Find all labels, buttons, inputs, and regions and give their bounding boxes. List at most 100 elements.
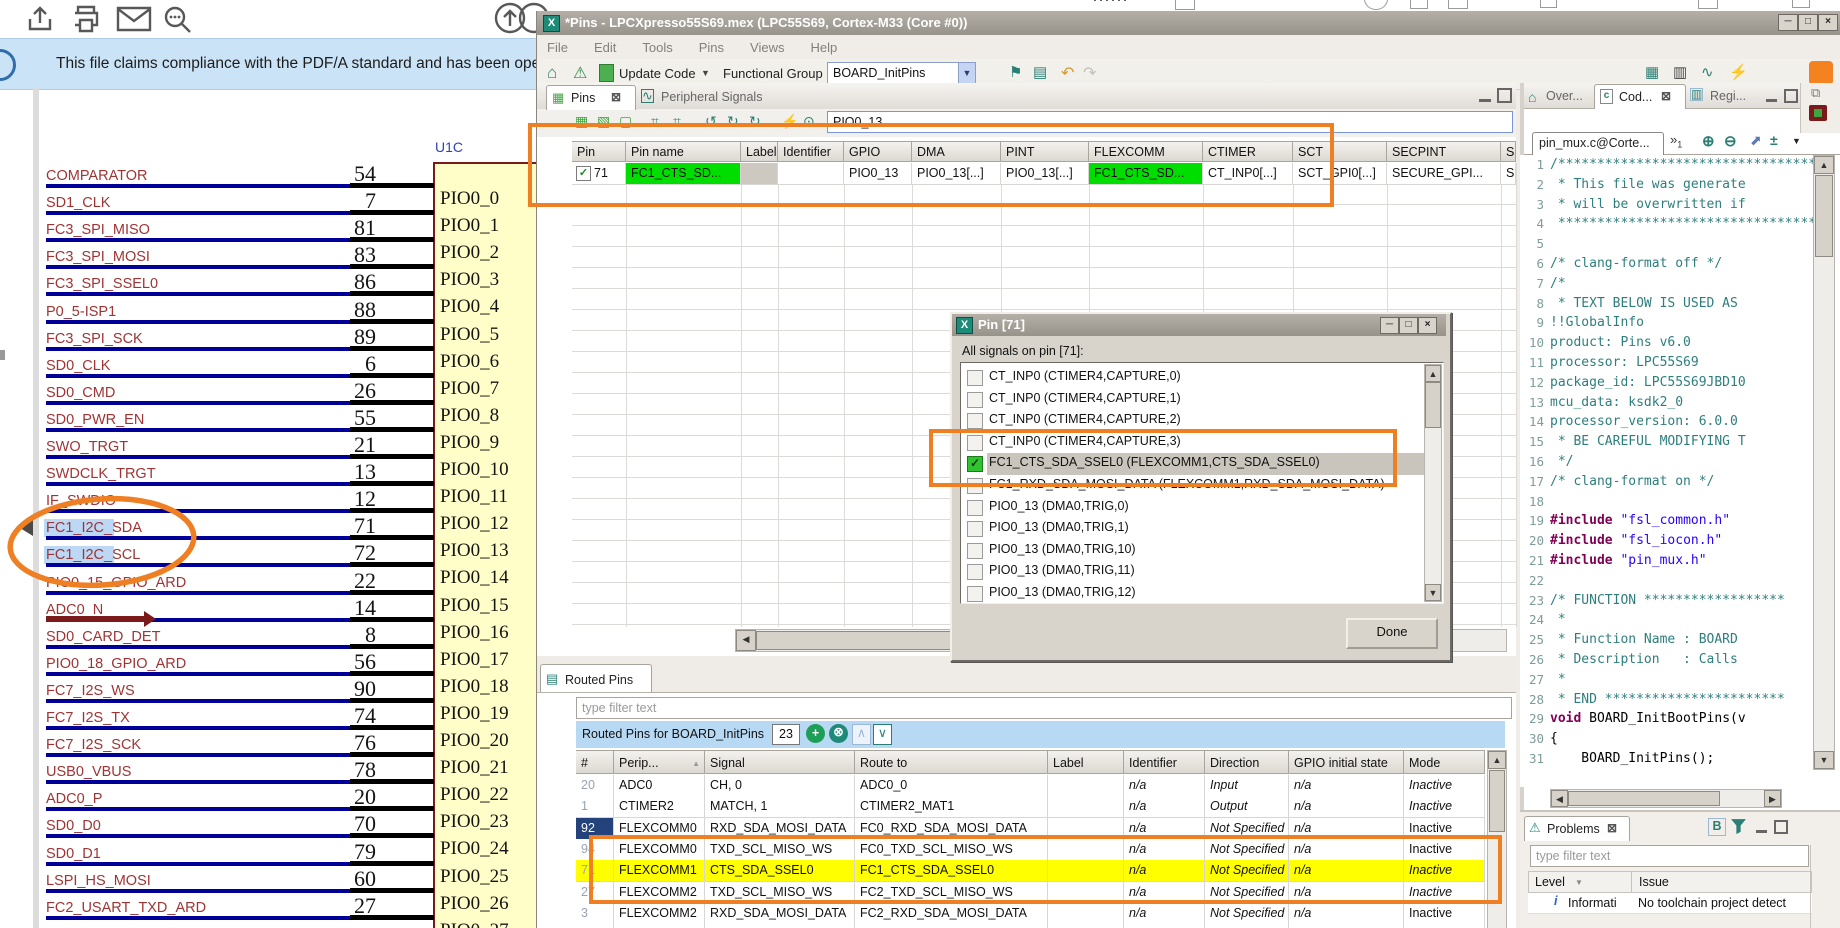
unchecked-checkbox[interactable]	[967, 586, 983, 602]
funnel-filter-icon[interactable]	[1730, 818, 1747, 835]
signal-list-item[interactable]: PIO0_13 (DMA0,TRIG,12)	[961, 583, 1441, 604]
panel-minimize-icon[interactable]	[1756, 822, 1767, 833]
unchecked-checkbox[interactable]	[967, 500, 983, 516]
dialog-vscroll-thumb[interactable]	[1425, 382, 1441, 428]
menu-edit[interactable]: Edit	[594, 40, 616, 55]
problems-row[interactable]: i Informati No toolchain project detect	[1528, 893, 1812, 914]
routed-row[interactable]: 3FLEXCOMM2RXD_SDA_MOSI_DATAFC2_RXD_SDA_M…	[576, 903, 1485, 925]
column-header-level[interactable]: Level	[1535, 875, 1565, 889]
signal-list-item[interactable]: PIO0_13 (DMA0,TRIG,10)	[961, 540, 1441, 561]
routed-filter-input[interactable]: type filter text	[576, 697, 1512, 719]
view-minimize-icon[interactable]	[1479, 89, 1491, 102]
column-header-direction[interactable]: Direction	[1205, 750, 1289, 774]
tab-pins-close-icon[interactable]: ⊠	[611, 90, 621, 104]
close-button[interactable]: ×	[1818, 14, 1838, 31]
add-pin-button[interactable]: +	[806, 724, 825, 743]
package-grid-icon[interactable]: ▦	[1645, 63, 1659, 81]
column-header-s[interactable]: S	[1501, 141, 1516, 162]
combo-dropdown-icon[interactable]: ▼	[958, 63, 975, 83]
menu-help[interactable]: Help	[810, 40, 837, 55]
signal-list-item[interactable]: CT_INP0 (CTIMER4,CAPTURE,0)	[961, 367, 1441, 388]
scroll-down-icon[interactable]: ▼	[1814, 751, 1834, 769]
code-vscrollbar[interactable]: ▲ ▼	[1813, 155, 1835, 770]
editor-menu-dropdown-icon[interactable]: ▼	[1792, 136, 1801, 146]
view-maximize-icon[interactable]	[1497, 88, 1512, 103]
unchecked-checkbox[interactable]	[967, 413, 983, 429]
tab-problems-close-icon[interactable]: ⊠	[1607, 821, 1617, 835]
column-header-secpint[interactable]: SECPINT	[1387, 141, 1501, 162]
form-icon[interactable]: ▤	[1033, 63, 1047, 83]
functional-group-select[interactable]: BOARD_InitPins ▼	[827, 62, 976, 84]
fox-icon[interactable]	[1809, 61, 1833, 85]
tab-code-close-icon[interactable]: ⊠	[1661, 89, 1671, 103]
tab-peripheral-signals[interactable]: ∿ Peripheral Signals	[639, 87, 809, 109]
zoom-out-icon[interactable]: ⊖	[1724, 132, 1737, 152]
filter-b-icon[interactable]: B	[1708, 818, 1726, 836]
scroll-right-icon[interactable]: ▶	[1764, 790, 1781, 807]
column-header-identifier[interactable]: Identifier	[1124, 750, 1205, 774]
menu-pins[interactable]: Pins	[699, 40, 724, 55]
maximize-button[interactable]: □	[1798, 14, 1818, 31]
column-header-gpio-initial-state[interactable]: GPIO initial state	[1289, 750, 1404, 774]
menu-views[interactable]: Views	[750, 40, 784, 55]
scroll-up-icon[interactable]: ▲	[1425, 365, 1441, 382]
unchecked-checkbox[interactable]	[967, 370, 983, 386]
code-vscroll-thumb[interactable]	[1815, 175, 1833, 257]
column-header-issue[interactable]: Issue	[1639, 875, 1669, 889]
waveform-icon[interactable]: ∿	[1701, 63, 1714, 81]
panel-maximize-icon[interactable]	[1784, 89, 1798, 103]
menu-file[interactable]: File	[547, 40, 568, 55]
routed-row[interactable]: 20ADC0CH, 0ADC0_0n/aInputn/aInactive	[576, 775, 1485, 797]
tab-overflow-indicator[interactable]: »1	[1670, 132, 1682, 150]
column-header-route-to[interactable]: Route to	[855, 750, 1048, 774]
unchecked-checkbox[interactable]	[967, 392, 983, 408]
routed-row[interactable]: 4FLEXCOMM4TXD_SCL_MISO_WSFC4_TXD_SCL_MIS…	[576, 924, 1485, 928]
redo-icon[interactable]: ↷	[1083, 63, 1096, 83]
panel-maximize-icon[interactable]	[1774, 820, 1788, 834]
column-header-mode[interactable]: Mode	[1404, 750, 1485, 774]
tab-problems[interactable]: ⚠ Problems ⊠	[1524, 816, 1630, 841]
signal-list-item[interactable]: CT_INP0 (CTIMER4,CAPTURE,1)	[961, 389, 1441, 410]
zoom-in-icon[interactable]: ⊕	[1702, 132, 1715, 152]
title-bar[interactable]: X *Pins - LPCXpresso55S69.mex (LPC55S69,…	[537, 11, 1840, 35]
signal-list-item[interactable]: PIO0_13 (DMA0,TRIG,0)	[961, 497, 1441, 518]
col-divider[interactable]	[1631, 872, 1632, 892]
column-header-perip-[interactable]: Perip...▲	[614, 750, 705, 774]
panel-minimize-icon[interactable]	[1766, 91, 1777, 102]
problems-filter-input[interactable]: type filter text	[1530, 845, 1809, 867]
move-down-button[interactable]: ∨	[873, 724, 892, 745]
signal-list-item[interactable]: PIO0_13 (DMA0,TRIG,1)	[961, 518, 1441, 539]
column-header-label[interactable]: Label	[1048, 750, 1124, 774]
tab-overview[interactable]: ⌂ Over...	[1528, 87, 1590, 107]
warning-icon[interactable]: ⚠	[573, 63, 587, 83]
tab-pins[interactable]: ▦ Pins ⊠	[546, 85, 636, 110]
delete-pin-button[interactable]: ⊗	[829, 724, 848, 743]
scroll-left-icon[interactable]: ◀	[1551, 790, 1568, 807]
export-icon[interactable]: ⬈	[1750, 132, 1762, 149]
chip-icon[interactable]	[1809, 105, 1827, 121]
undo-icon[interactable]: ↶	[1061, 63, 1074, 83]
dialog-minimize-button[interactable]: ─	[1380, 317, 1399, 334]
scroll-left-icon[interactable]: ◀	[736, 630, 756, 651]
update-code-dropdown-icon[interactable]: ▼	[701, 68, 710, 78]
restore-view-icon[interactable]: ⧉	[1811, 85, 1820, 101]
code-hscrollbar[interactable]: ◀ ▶	[1550, 789, 1782, 808]
scroll-up-icon[interactable]: ▲	[1814, 156, 1834, 174]
routed-row[interactable]: 1CTIMER2MATCH, 1CTIMER2_MAT1n/aOutputn/a…	[576, 796, 1485, 818]
dialog-maximize-button[interactable]: □	[1399, 317, 1418, 334]
dialog-vscrollbar[interactable]: ▲ ▼	[1424, 364, 1442, 602]
update-code-button[interactable]: Update Code	[619, 66, 696, 81]
menu-tools[interactable]: Tools	[642, 40, 672, 55]
unchecked-checkbox[interactable]	[967, 521, 983, 537]
editor-tab[interactable]: pin_mux.c@Corte...	[1532, 132, 1664, 155]
tab-registers[interactable]: ▥ Regi...	[1690, 87, 1760, 107]
tab-routed-pins[interactable]: ▤ Routed Pins	[540, 664, 652, 693]
dialog-title-bar[interactable]: X Pin [71] ─ □ ×	[952, 314, 1446, 336]
routed-vscroll-thumb[interactable]	[1489, 770, 1505, 832]
column-header--[interactable]: #	[576, 750, 614, 774]
code-hscroll-thumb[interactable]	[1568, 791, 1720, 806]
dark-grid-icon[interactable]: ▥	[1673, 63, 1687, 81]
power-icon[interactable]: ⚡	[1729, 63, 1748, 81]
column-header-signal[interactable]: Signal	[705, 750, 855, 774]
home-icon[interactable]: ⌂	[547, 63, 557, 83]
